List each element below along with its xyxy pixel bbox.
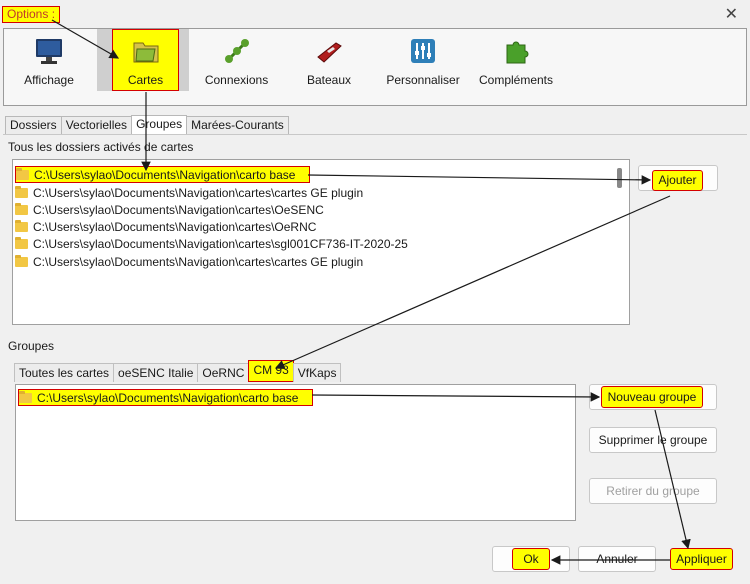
toolbar-label-affichage: Affichage: [24, 73, 74, 87]
folder-path: C:\Users\sylao\Documents\Navigation\cart…: [33, 185, 364, 200]
folder-icon: [15, 254, 28, 267]
apply-button[interactable]: Appliquer: [670, 548, 733, 570]
folder-icon: [15, 202, 28, 215]
toolbar-label-cartes: Cartes: [127, 73, 164, 87]
list-item[interactable]: C:\Users\sylao\Documents\Navigation\cart…: [15, 201, 324, 218]
toolbar-label-complements: Compléments: [478, 73, 554, 87]
toolbar-item-personnaliser[interactable]: Personnaliser: [384, 31, 462, 93]
toolbar-item-complements[interactable]: Compléments: [474, 31, 558, 93]
group-folder-path: C:\Users\sylao\Documents\Navigation\cart…: [37, 390, 299, 405]
connections-icon: [224, 39, 249, 63]
options-dialog: Options : ✕ Affichage Cartes Connexions …: [0, 0, 750, 584]
list-item[interactable]: C:\Users\sylao\Documents\Navigation\cart…: [15, 218, 316, 235]
folder-path: C:\Users\sylao\Documents\Navigation\cart…: [33, 254, 364, 269]
folders-section-label: Tous les dossiers activés de cartes: [8, 140, 194, 154]
toolbar-label-bateaux: Bateaux: [306, 73, 352, 87]
boat-icon: [317, 42, 342, 63]
folder-path: C:\Users\sylao\Documents\Navigation\cart…: [33, 202, 324, 217]
tab-vectorielles[interactable]: Vectorielles: [60, 116, 133, 134]
folder-icon: [15, 219, 28, 232]
supprimer-groupe-button[interactable]: Supprimer le groupe: [589, 427, 717, 453]
options-tabs: Dossiers Vectorielles Groupes Marées-Cou…: [5, 115, 289, 134]
toolbar-item-bateaux[interactable]: Bateaux: [294, 31, 364, 93]
tab-oesenc-italie[interactable]: oeSENC Italie: [113, 363, 199, 382]
list-item[interactable]: C:\Users\sylao\Documents\Navigation\cart…: [15, 253, 363, 270]
folders-scrollbar[interactable]: [617, 168, 622, 188]
groups-section-label: Groupes: [8, 339, 55, 353]
tab-groupes[interactable]: Groupes: [131, 115, 188, 134]
folder-path: C:\Users\sylao\Documents\Navigation\cart…: [34, 167, 296, 182]
sliders-icon: [411, 39, 435, 63]
puzzle-icon: [506, 41, 529, 64]
list-item[interactable]: C:\Users\sylao\Documents\Navigation\cart…: [15, 235, 408, 252]
list-item[interactable]: C:\Users\sylao\Documents\Navigation\cart…: [15, 166, 310, 183]
options-title-annotation: Options :: [2, 6, 61, 23]
nouveau-groupe-button[interactable]: Nouveau groupe: [601, 386, 703, 408]
ok-button[interactable]: Ok: [512, 548, 550, 570]
map-folder-icon: [133, 42, 158, 63]
tab-marees-courants[interactable]: Marées-Courants: [186, 116, 289, 134]
group-tabs: Toutes les cartes oeSENC Italie OeRNC CM…: [14, 360, 342, 382]
folder-icon: [15, 185, 28, 198]
tab-dossiers[interactable]: Dossiers: [5, 116, 62, 134]
tab-toutes-les-cartes[interactable]: Toutes les cartes: [14, 363, 115, 382]
folder-icon: [16, 167, 29, 180]
toolbar-label-personnaliser: Personnaliser: [386, 73, 460, 87]
list-item[interactable]: C:\Users\sylao\Documents\Navigation\cart…: [18, 389, 313, 406]
toolbar-label-connexions: Connexions: [204, 73, 269, 87]
retirer-du-groupe-button[interactable]: Retirer du groupe: [589, 478, 717, 504]
folder-icon: [15, 236, 28, 249]
tab-cm93[interactable]: CM 93: [248, 360, 294, 382]
monitor-icon: [36, 39, 62, 64]
ajouter-button[interactable]: Ajouter: [652, 170, 703, 191]
tab-vfkaps[interactable]: VfKaps: [292, 363, 342, 382]
options-toolbar: Affichage Cartes Connexions Bateaux Pers…: [3, 28, 747, 106]
toolbar-item-cartes-content[interactable]: Cartes: [112, 31, 179, 93]
tab-oernc[interactable]: OeRNC: [197, 363, 250, 382]
folder-path: C:\Users\sylao\Documents\Navigation\cart…: [33, 236, 408, 251]
folder-path: C:\Users\sylao\Documents\Navigation\cart…: [33, 219, 317, 234]
folders-list[interactable]: C:\Users\sylao\Documents\Navigation\cart…: [12, 159, 630, 325]
toolbar-item-affichage[interactable]: Affichage: [14, 31, 84, 93]
list-item[interactable]: C:\Users\sylao\Documents\Navigation\cart…: [15, 184, 363, 201]
close-icon[interactable]: ✕: [725, 4, 738, 24]
group-list[interactable]: C:\Users\sylao\Documents\Navigation\cart…: [15, 384, 576, 521]
toolbar-item-connexions[interactable]: Connexions: [199, 31, 274, 93]
folder-icon: [19, 390, 32, 403]
cancel-button[interactable]: Annuler: [578, 546, 656, 572]
